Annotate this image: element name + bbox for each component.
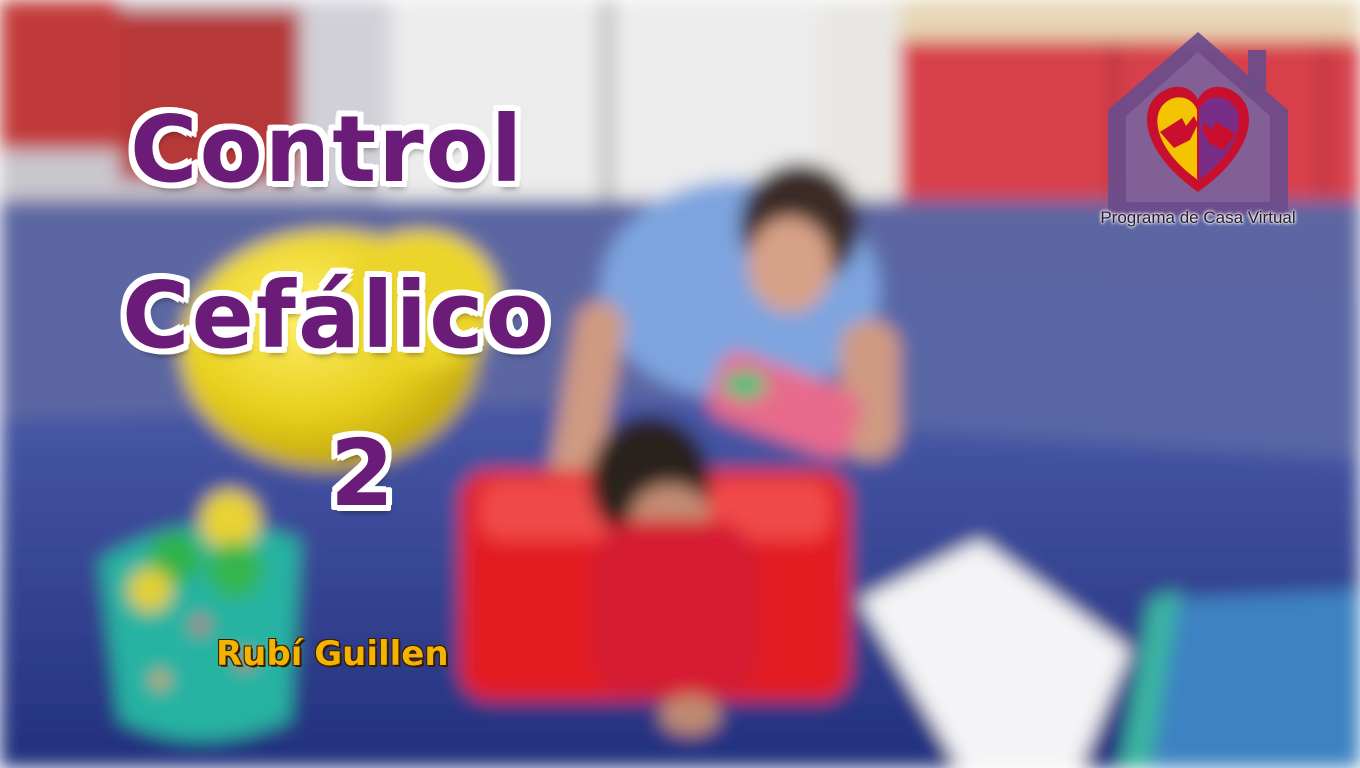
- logo-caption: Programa de Casa Virtual: [1100, 208, 1296, 227]
- author-name: Rubí Guillen: [216, 634, 449, 674]
- title-line-2: Cefálico: [122, 262, 551, 369]
- title-line-1: Control: [130, 96, 525, 203]
- title-line-3: 2: [330, 420, 397, 527]
